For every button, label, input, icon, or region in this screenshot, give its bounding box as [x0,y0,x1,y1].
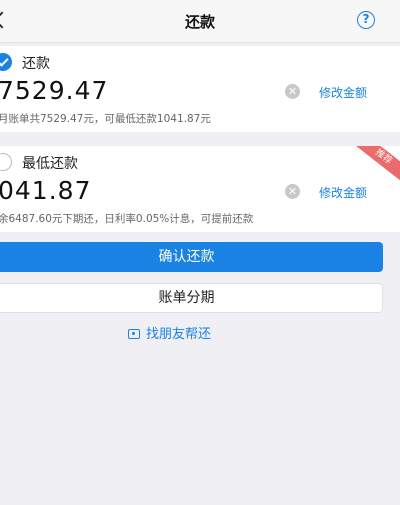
page-title: 还款 [184,13,215,31]
full-repayment-description: 月账单共7529.47元，可最低还款1041.87元 [0,113,211,125]
radio-checked-icon[interactable] [0,53,12,71]
bill-installment-button[interactable]: 账单分期 [0,283,383,313]
full-repayment-amount[interactable]: 7529.47 [0,76,108,105]
min-repayment-card[interactable]: 推荐 最低还款 041.87 ✕ 修改金额 余6487.60元下期还，日利率0.… [0,146,400,232]
modify-amount-link[interactable]: 修改金额 [319,184,367,201]
clear-icon[interactable]: ✕ [285,84,300,99]
full-repayment-label: 还款 [22,56,50,72]
ask-friend-link[interactable]: 找朋友帮还 [128,323,212,342]
nav-bar: 还款 ? [0,0,400,43]
ask-friend-label: 找朋友帮还 [146,327,212,342]
min-repayment-label: 最低还款 [22,156,78,172]
modify-amount-link[interactable]: 修改金额 [319,84,367,101]
clear-icon[interactable]: ✕ [285,184,300,199]
confirm-repayment-button[interactable]: 确认还款 [0,242,383,272]
radio-unchecked-icon[interactable] [0,153,12,171]
min-repayment-description: 余6487.60元下期还，日利率0.05%计息，可提前还款 [0,213,254,225]
full-repayment-card[interactable]: 还款 7529.47 ✕ 修改金额 月账单共7529.47元，可最低还款1041… [0,46,400,132]
friend-icon [128,329,140,339]
recommend-ribbon: 推荐 [352,146,400,184]
help-icon[interactable]: ? [357,11,375,29]
min-repayment-amount[interactable]: 041.87 [0,176,91,205]
